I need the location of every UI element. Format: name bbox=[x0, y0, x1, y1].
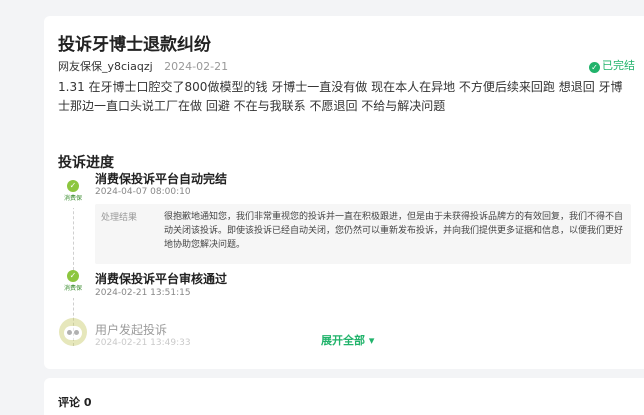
timeline-item-time: 2024-04-07 08:00:10 bbox=[95, 187, 191, 197]
complaint-meta: 网友保保_y8ciaqzj 2024-02-21 bbox=[58, 58, 228, 74]
timeline-item-title: 消费保投诉平台自动完结 bbox=[95, 172, 228, 186]
status-badge: ✓ 已完结 bbox=[589, 57, 635, 73]
xiaofeibao-logo-icon: ✓ 消费保 bbox=[60, 180, 86, 208]
expand-all-button[interactable]: 展开全部 ▾ bbox=[321, 332, 374, 348]
status-label: 已完结 bbox=[602, 59, 635, 72]
comment-title: 评论 0 bbox=[58, 396, 92, 409]
result-text: 很抱歉地通知您，我们非常重视您的投诉并一直在积极跟进，但是由于未获得投诉品牌方的… bbox=[164, 212, 624, 250]
complaint-title: 投诉牙博士退款纠纷 bbox=[58, 35, 211, 55]
timeline-item-time: 2024-02-21 13:51:15 bbox=[95, 288, 191, 298]
leaf-icon: ✓ bbox=[67, 180, 79, 192]
timeline-item-title: 消费保投诉平台审核通过 bbox=[95, 272, 228, 286]
xiaofeibao-logo-icon: ✓ 消费保 bbox=[60, 270, 86, 298]
complaint-content: 1.31 在牙博士口腔交了800做模型的钱 牙博士一直没有做 现在本人在异地 不… bbox=[58, 80, 623, 113]
timeline-item-title: 用户发起投诉 bbox=[95, 323, 168, 337]
result-box: 处理结果 很抱歉地通知您，我们非常重视您的投诉并一直在积极跟进，但是由于未获得投… bbox=[95, 204, 631, 264]
logo-label: 消费保 bbox=[63, 195, 82, 202]
complaint-card: 投诉牙博士退款纠纷 网友保保_y8ciaqzj 2024-02-21 ✓ 已完结 … bbox=[44, 16, 644, 369]
result-label: 处理结果 bbox=[101, 213, 138, 223]
check-circle-icon: ✓ bbox=[589, 62, 600, 73]
logo-label: 消费保 bbox=[63, 285, 82, 292]
user-avatar bbox=[59, 318, 87, 346]
progress-section-title: 投诉进度 bbox=[58, 155, 114, 171]
timeline-item-time: 2024-02-21 13:49:33 bbox=[95, 338, 191, 348]
comment-card: 评论 0 bbox=[44, 378, 644, 415]
complaint-date: 2024-02-21 bbox=[164, 60, 229, 73]
leaf-icon: ✓ bbox=[67, 270, 79, 282]
complaint-user[interactable]: 网友保保_y8ciaqzj bbox=[58, 60, 153, 73]
